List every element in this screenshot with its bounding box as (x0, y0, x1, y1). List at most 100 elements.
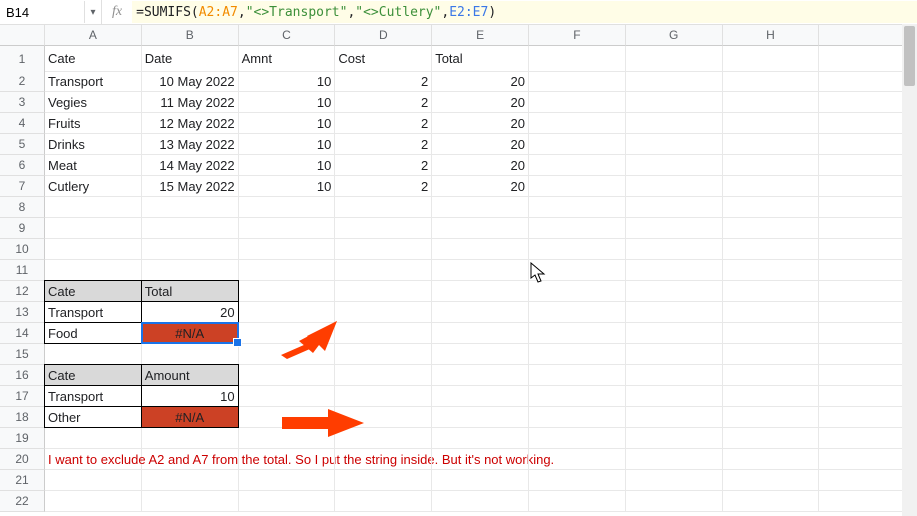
cell[interactable]: 20 (432, 155, 529, 176)
cell[interactable]: 20 (432, 176, 529, 197)
cell[interactable] (432, 449, 529, 470)
cell[interactable] (626, 365, 723, 386)
cell[interactable] (723, 302, 820, 323)
cell[interactable] (529, 365, 626, 386)
cell[interactable] (239, 386, 336, 407)
cell[interactable] (335, 260, 432, 281)
cell[interactable] (529, 71, 626, 92)
cell[interactable]: #N/A (141, 322, 239, 344)
cell[interactable] (432, 323, 529, 344)
selection-handle[interactable] (233, 338, 242, 347)
cell[interactable] (335, 470, 432, 491)
cell[interactable]: Fruits (45, 113, 142, 134)
cell[interactable]: Vegies (45, 92, 142, 113)
cell[interactable] (45, 218, 142, 239)
cell[interactable]: Meat (45, 155, 142, 176)
row-header[interactable]: 6 (0, 155, 45, 176)
cell[interactable] (335, 407, 432, 428)
cell[interactable] (723, 386, 820, 407)
cell[interactable] (723, 491, 820, 512)
column-header[interactable]: A (45, 25, 142, 46)
cell[interactable]: Other (44, 406, 142, 428)
cell[interactable] (335, 218, 432, 239)
cell[interactable] (529, 449, 626, 470)
row-header[interactable]: 9 (0, 218, 45, 239)
cell[interactable] (335, 344, 432, 365)
cell[interactable] (432, 470, 529, 491)
cell[interactable] (626, 449, 723, 470)
cell[interactable] (723, 176, 820, 197)
column-header[interactable]: H (723, 25, 820, 46)
spreadsheet-grid[interactable]: ABCDEFGH1CateDateAmntCostTotal2Transport… (0, 25, 917, 512)
cell[interactable] (723, 155, 820, 176)
cell[interactable] (45, 197, 142, 218)
cell[interactable] (626, 46, 723, 72)
select-all-corner[interactable] (0, 25, 45, 46)
cell[interactable] (335, 386, 432, 407)
cell[interactable] (626, 113, 723, 134)
cell[interactable] (335, 365, 432, 386)
cell[interactable]: 20 (432, 92, 529, 113)
column-header[interactable]: D (335, 25, 432, 46)
cell[interactable] (529, 344, 626, 365)
cell[interactable]: 10 (239, 176, 336, 197)
cell[interactable] (239, 428, 336, 449)
cell[interactable] (723, 113, 820, 134)
row-header[interactable]: 21 (0, 470, 45, 491)
cell[interactable]: 10 (239, 155, 336, 176)
cell[interactable] (529, 323, 626, 344)
cell[interactable] (529, 407, 626, 428)
cell[interactable] (432, 344, 529, 365)
cell[interactable]: Total (432, 46, 529, 72)
row-header[interactable]: 2 (0, 71, 45, 92)
cell[interactable] (239, 323, 336, 344)
cell[interactable] (626, 323, 723, 344)
cell[interactable] (626, 134, 723, 155)
cell[interactable] (529, 176, 626, 197)
cell[interactable] (239, 239, 336, 260)
cell[interactable]: Cutlery (45, 176, 142, 197)
cell[interactable] (723, 323, 820, 344)
cell[interactable] (432, 428, 529, 449)
cell[interactable] (529, 92, 626, 113)
scrollbar-thumb[interactable] (904, 26, 915, 86)
cell[interactable]: Cost (335, 46, 432, 72)
cell[interactable] (335, 302, 432, 323)
cell[interactable] (529, 281, 626, 302)
cell[interactable]: Cate (44, 280, 142, 302)
cell[interactable]: 10 (239, 134, 336, 155)
cell[interactable] (626, 155, 723, 176)
cell[interactable] (239, 218, 336, 239)
row-header[interactable]: 20 (0, 449, 45, 470)
cell[interactable] (45, 239, 142, 260)
cell[interactable] (723, 134, 820, 155)
cell[interactable] (723, 449, 820, 470)
cell[interactable] (529, 302, 626, 323)
cell[interactable] (626, 386, 723, 407)
row-header[interactable]: 22 (0, 491, 45, 512)
cell[interactable]: Food (44, 322, 142, 344)
cell[interactable] (529, 134, 626, 155)
cell[interactable]: 15 May 2022 (142, 176, 239, 197)
cell[interactable] (529, 155, 626, 176)
cell[interactable]: 20 (432, 134, 529, 155)
cell[interactable] (239, 491, 336, 512)
cell[interactable] (432, 491, 529, 512)
cell[interactable] (239, 260, 336, 281)
vertical-scrollbar[interactable] (902, 24, 917, 516)
cell[interactable]: Amount (141, 364, 239, 386)
cell[interactable] (626, 470, 723, 491)
cell[interactable] (529, 113, 626, 134)
cell[interactable]: Cate (45, 46, 142, 72)
row-header[interactable]: 11 (0, 260, 45, 281)
cell[interactable]: 20 (432, 71, 529, 92)
cell[interactable] (239, 197, 336, 218)
cell[interactable] (626, 491, 723, 512)
cell[interactable] (335, 323, 432, 344)
cell[interactable] (45, 470, 142, 491)
cell[interactable]: I want to exclude A2 and A7 from the tot… (45, 449, 142, 470)
cell[interactable] (432, 239, 529, 260)
row-header[interactable]: 5 (0, 134, 45, 155)
cell[interactable]: 10 (141, 385, 239, 407)
cell[interactable] (432, 197, 529, 218)
